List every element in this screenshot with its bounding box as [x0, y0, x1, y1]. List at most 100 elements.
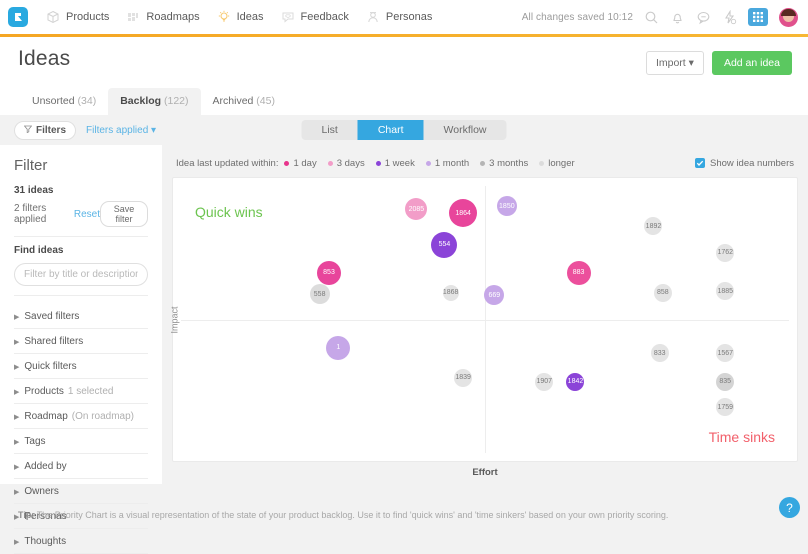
sidebar-item-thoughts[interactable]: ▶Thoughts — [14, 529, 148, 554]
legend-item-1-day[interactable]: 1 day — [284, 158, 316, 169]
sidebar-item-quick-filters[interactable]: ▶Quick filters — [14, 354, 148, 379]
find-ideas-label: Find ideas — [14, 245, 148, 256]
idea-bubble[interactable]: 1885 — [716, 282, 734, 300]
idea-bubble[interactable]: 1892 — [644, 217, 662, 235]
search-icon[interactable] — [644, 10, 659, 25]
tip-text: The Priority Chart is a visual represent… — [37, 510, 669, 520]
save-status: All changes saved 10:12 — [522, 12, 633, 23]
idea-bubble[interactable]: 1567 — [716, 344, 734, 362]
legend-item-3-months[interactable]: 3 months — [480, 158, 528, 169]
view-tab-workflow[interactable]: Workflow — [424, 120, 507, 140]
chevron-right-icon: ▶ — [14, 413, 19, 421]
divider — [14, 295, 148, 296]
legend-item-3-days[interactable]: 3 days — [328, 158, 365, 169]
sidebar-item-sublabel: (On roadmap) — [72, 411, 134, 422]
view-tab-chart[interactable]: Chart — [358, 120, 424, 140]
import-button[interactable]: Import ▾ — [646, 51, 704, 75]
legend-item-label: 3 months — [489, 158, 528, 169]
idea-bubble[interactable]: 1 — [326, 336, 350, 360]
nav-item-label: Products — [66, 11, 109, 23]
sidebar-item-shared-filters[interactable]: ▶ Shared filters — [14, 329, 148, 354]
sidebar-item-roadmap[interactable]: ▶Roadmap(On roadmap) — [14, 404, 148, 429]
sidebar-item-label: Thoughts — [24, 536, 66, 547]
sidebar-item-label: Tags — [24, 436, 45, 447]
idea-bubble[interactable]: 853 — [317, 261, 341, 285]
add-idea-button[interactable]: Add an idea — [712, 51, 792, 75]
sidebar-item-products[interactable]: ▶Products1 selected — [14, 379, 148, 404]
sidebar-item-label: Shared filters — [24, 336, 83, 347]
user-avatar[interactable] — [779, 8, 798, 27]
nav-item-products[interactable]: Products — [46, 10, 109, 24]
nav-item-feedback[interactable]: Feedback — [281, 10, 349, 24]
chart-tip: Tip: The Priority Chart is a visual repr… — [0, 510, 808, 524]
nav-item-label: Feedback — [301, 11, 349, 23]
apps-grid-icon[interactable] — [748, 8, 768, 26]
integrations-icon[interactable] — [722, 10, 737, 25]
save-filter-button[interactable]: Save filter — [100, 201, 148, 227]
chevron-right-icon: ▶ — [14, 463, 19, 471]
bell-icon[interactable] — [670, 10, 685, 25]
idea-bubble[interactable]: 1850 — [497, 196, 517, 216]
ideas-count: 31 ideas — [14, 185, 148, 196]
tab-count: (45) — [256, 95, 275, 107]
idea-bubble[interactable]: 1839 — [454, 369, 472, 387]
filter-panel-title: Filter — [14, 157, 148, 174]
tab-archived[interactable]: Archived (45) — [201, 88, 287, 115]
idea-bubble[interactable]: 835 — [716, 373, 734, 391]
legend-title: Idea last updated within: — [176, 158, 278, 169]
chat-icon[interactable] — [696, 10, 711, 25]
quadrant-label-time-sinks: Time sinks — [709, 429, 775, 445]
filters-button[interactable]: Filters — [14, 121, 76, 140]
idea-bubble[interactable]: 558 — [310, 284, 330, 304]
nav-item-roadmaps[interactable]: Roadmaps — [126, 10, 199, 24]
filters-applied-dropdown[interactable]: Filters applied ▾ — [86, 125, 156, 136]
personas-icon — [366, 10, 380, 24]
show-idea-numbers-checkbox[interactable]: Show idea numbers — [695, 158, 794, 169]
legend-item-label: 1 week — [385, 158, 415, 169]
idea-bubble[interactable]: 554 — [431, 232, 457, 258]
legend-item-1-month[interactable]: 1 month — [426, 158, 469, 169]
sidebar-item-added-by[interactable]: ▶Added by — [14, 454, 148, 479]
view-toggle: List Chart Workflow — [301, 120, 506, 140]
funnel-icon — [24, 125, 32, 136]
idea-bubble[interactable]: 2085 — [405, 198, 427, 220]
legend-item-1-week[interactable]: 1 week — [376, 158, 415, 169]
top-navigation-bar: Products Roadmaps Ideas Feedback Persona… — [0, 0, 808, 34]
search-input[interactable] — [14, 263, 148, 286]
idea-bubble[interactable]: 858 — [654, 284, 672, 302]
idea-bubble[interactable]: 669 — [484, 285, 504, 305]
view-tab-list[interactable]: List — [301, 120, 357, 140]
nav-item-personas[interactable]: Personas — [366, 10, 432, 24]
idea-bubble[interactable]: 1762 — [716, 244, 734, 262]
tab-label: Archived — [213, 95, 254, 107]
filters-applied-row: 2 filters applied Reset Save filter — [14, 201, 148, 227]
tab-count: (122) — [164, 95, 189, 107]
idea-bubble[interactable]: 1907 — [535, 373, 553, 391]
reset-filters-link[interactable]: Reset — [74, 209, 100, 220]
filter-toolbar: Filters Filters applied ▾ List Chart Wor… — [0, 115, 808, 145]
priority-chart[interactable]: Impact Quick wins Time sinks 20851864185… — [172, 177, 798, 462]
nav-item-ideas[interactable]: Ideas — [217, 10, 264, 24]
content-area: Filter 31 ideas 2 filters applied Reset … — [0, 145, 808, 484]
legend-color-dot — [539, 161, 544, 166]
chevron-right-icon: ▶ — [14, 363, 19, 371]
idea-bubble[interactable]: 833 — [651, 344, 669, 362]
tab-count: (34) — [78, 95, 97, 107]
idea-bubble[interactable]: 1842 — [566, 373, 584, 391]
divider — [14, 236, 148, 237]
idea-bubble[interactable]: 1759 — [716, 398, 734, 416]
import-label: Import — [656, 57, 686, 69]
sidebar-item-saved-filters[interactable]: ▶Saved filters — [14, 304, 148, 329]
idea-bubble[interactable]: 883 — [567, 261, 591, 285]
idea-bubble[interactable]: 1864 — [449, 199, 477, 227]
legend-item-longer[interactable]: longer — [539, 158, 574, 169]
filters-applied-text: 2 filters applied — [14, 203, 68, 225]
legend-item-label: longer — [548, 158, 574, 169]
brand-logo-icon[interactable] — [8, 7, 28, 27]
sidebar-item-tags[interactable]: ▶Tags — [14, 429, 148, 454]
chevron-right-icon: ▶ — [14, 338, 19, 346]
tab-unsorted[interactable]: Unsorted (34) — [20, 88, 108, 115]
chevron-right-icon: ▶ — [14, 388, 19, 396]
idea-bubble[interactable]: 1868 — [443, 285, 459, 301]
tab-backlog[interactable]: Backlog (122) — [108, 88, 200, 115]
